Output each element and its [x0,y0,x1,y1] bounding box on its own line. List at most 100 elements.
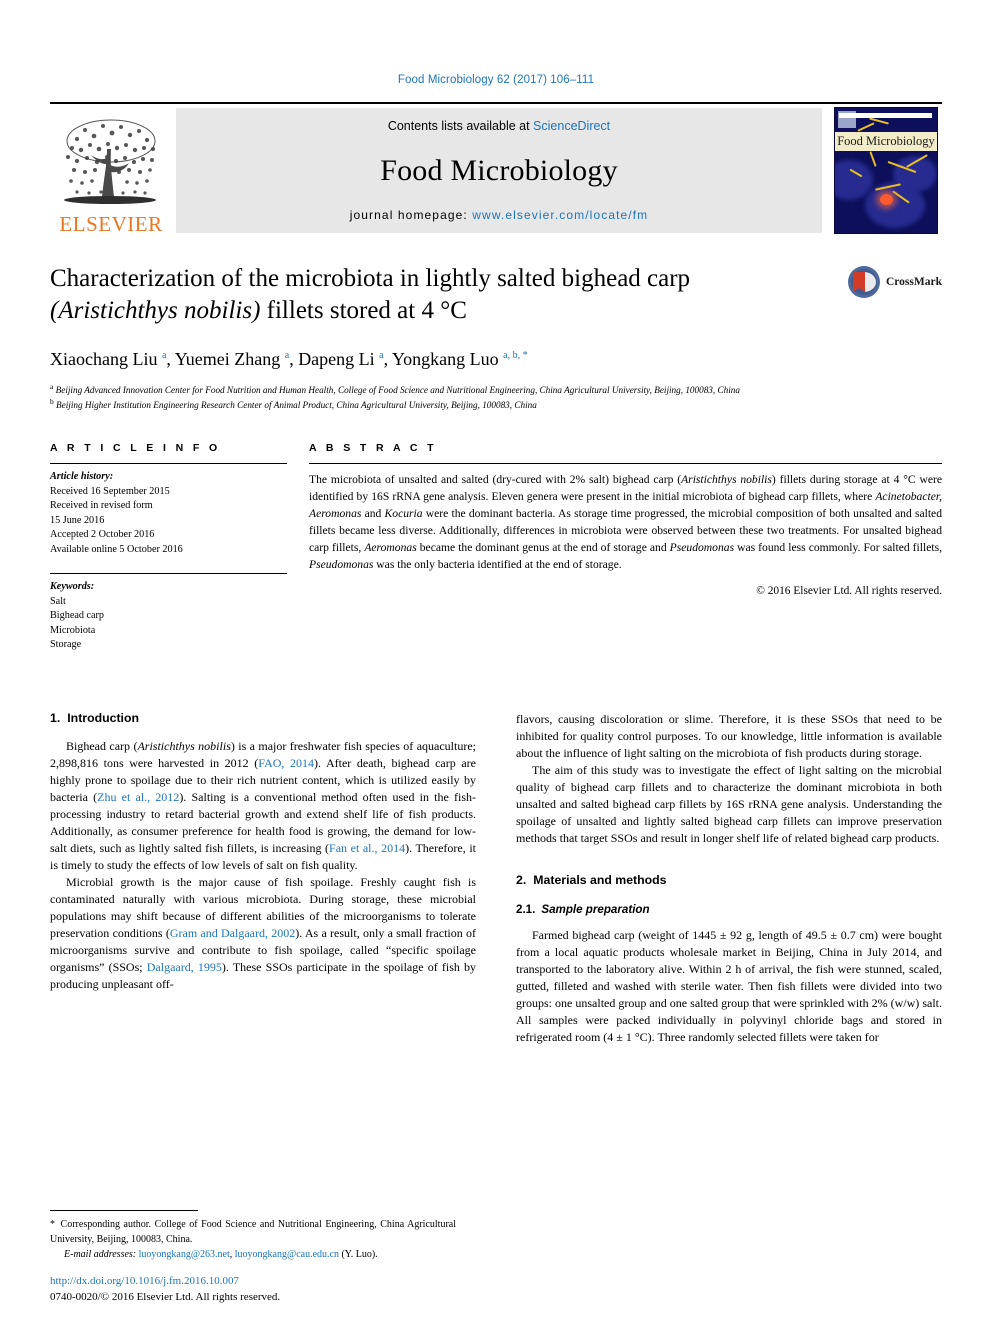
doi-link[interactable]: http://dx.doi.org/10.1016/j.fm.2016.10.0… [50,1274,500,1289]
paragraph: flavors, causing discoloration or slime.… [516,711,942,760]
affiliation-b: b Beijing Higher Institution Engineering… [50,397,812,412]
journal-title: Food Microbiology [380,153,618,187]
abstract-italic-genus: Kocuria [384,507,423,521]
elsevier-tree-icon [64,119,156,204]
abstract-seg: was found less commonly. For salted fill… [734,541,942,555]
cover-journal-title: Food Microbiology [835,132,937,151]
section-label: Introduction [67,710,139,725]
author-affil-mark: a, b, * [503,350,528,361]
crossmark-icon [847,266,880,298]
abstract-seg: became the dominant genus at the end of … [416,541,670,555]
journal-homepage-link[interactable]: www.elsevier.com/locate/fm [472,208,648,222]
article-info-column: A R T I C L E I N F O Article history: R… [50,442,309,652]
author-affil-mark: a [161,350,167,361]
homepage-prefix: journal homepage: [349,208,473,222]
citation-link[interactable]: Zhu et al., 2012 [97,790,179,804]
author-affil-mark: a [284,350,290,361]
section-heading-introduction: 1. Introduction [50,711,476,725]
citation-link[interactable]: Fan et al., 2014 [329,841,405,855]
issn-copyright: 0740-0020/© 2016 Elsevier Ltd. All right… [50,1290,281,1303]
abstract-italic-genus: Pseudomonas [669,541,735,555]
journal-masthead: ELSEVIER Contents lists available at Sci… [50,102,942,237]
para-seg: Bighead carp ( [66,738,138,753]
info-abstract-section: A R T I C L E I N F O Article history: R… [50,442,942,652]
footnote-star: * [50,1219,55,1231]
citation-link[interactable]: Dalgaard, 1995 [147,960,222,974]
body-column-left: 1. Introduction Bighead carp (Aristichthy… [50,711,476,1046]
history-item: 15 June 2016 [50,514,105,526]
article-info-heading: A R T I C L E I N F O [50,442,221,455]
elsevier-logo-block: ELSEVIER [50,104,172,237]
abstract-seg: was the only bacteria identified at the … [373,558,622,572]
abstract-seg: and [361,507,385,521]
crossmark-badge[interactable]: CrossMark [847,265,942,299]
corresponding-author-footnote: * Corresponding author. College of Food … [50,1210,456,1262]
keywords-label: Keywords: [50,581,95,593]
affiliation-a: a Beijing Advanced Innovation Center for… [50,382,812,397]
footnote-rule [50,1210,198,1212]
section-number: 2. [516,872,527,887]
cover-top-bar [839,113,932,118]
paragraph: Bighead carp (Aristichthys nobilis) is a… [50,738,476,874]
subsection-label: Sample preparation [541,902,650,916]
abstract-heading: A B S T R A C T [309,442,437,455]
email-link-1[interactable]: luoyongkang@263.net [139,1249,230,1260]
section-number: 1. [50,710,61,725]
keyword-item: Bighead carp [50,610,105,622]
sciencedirect-link[interactable]: ScienceDirect [533,119,610,133]
section-label: Materials and methods [533,872,667,887]
history-item: Accepted 2 October 2016 [50,529,155,541]
para-italic-species: Aristichthys nobilis [137,738,231,753]
keyword-item: Storage [50,639,82,651]
article-history-label: Article history: [50,471,114,483]
contents-prefix: Contents lists available at [387,119,534,133]
author-name: Xiaochang Liu [50,349,158,369]
masthead-center-panel: Contents lists available at ScienceDirec… [176,108,822,233]
journal-article-page: Food Microbiology 62 (2017) 106–111 ELSE… [0,0,992,1323]
body-columns: 1. Introduction Bighead carp (Aristichthy… [50,711,942,1046]
cover-hotspot [880,194,893,205]
crossmark-label: CrossMark [885,276,942,288]
history-item: Available online 5 October 2016 [50,543,183,555]
footnote-text: * Corresponding author. College of Food … [50,1218,456,1262]
cover-streak [869,151,877,167]
keywords-block: Keywords: Salt Bighead carp Microbiota S… [50,574,287,652]
page-footer: http://dx.doi.org/10.1016/j.fm.2016.10.0… [50,1274,500,1305]
cover-streak [857,122,875,132]
article-history-block: Article history: Received 16 September 2… [50,464,287,557]
subsection-heading-sample-preparation: 2.1. Sample preparation [516,903,942,916]
journal-cover-thumbnail: Food Microbiology [834,107,938,234]
footnote-body: Corresponding author. College of Food Sc… [50,1219,456,1245]
affiliation-mark: b [50,397,54,406]
abstract-seg: The microbiota of unsalted and salted (d… [309,473,682,487]
journal-homepage-line: journal homepage: www.elsevier.com/locat… [350,208,649,222]
body-column-right: flavors, causing discoloration or slime.… [516,711,942,1046]
footnote-emails: E-mail addresses: luoyongkang@263.net, l… [50,1248,456,1262]
history-item: Received in revised form [50,500,153,512]
email-label: E-mail addresses: [64,1248,137,1260]
affiliation-list: a Beijing Advanced Innovation Center for… [50,382,812,413]
affiliation-a-text: Beijing Advanced Innovation Center for F… [55,384,740,395]
history-item: Received 16 September 2015 [50,485,170,497]
author-name: Yuemei Zhang [174,349,281,369]
abstract-italic-genus: Aeromonas [364,541,417,555]
abstract-column: A B S T R A C T The microbiota of unsalt… [309,442,942,652]
article-title-line1: Characterization of the microbiota in li… [50,265,691,292]
citation-link[interactable]: Gram and Dalgaard, 2002 [170,926,295,940]
keyword-item: Salt [50,595,66,607]
abstract-copyright: © 2016 Elsevier Ltd. All rights reserved… [756,584,942,597]
section-heading-materials-methods: 2. Materials and methods [516,873,942,887]
author-name: Dapeng Li [298,349,375,369]
paragraph: Farmed bighead carp (weight of 1445 ± 92… [516,927,942,1045]
contents-available-line: Contents lists available at ScienceDirec… [388,119,610,133]
journal-cover-block: Food Microbiology [830,104,942,237]
paragraph: The aim of this study was to investigate… [516,762,942,845]
article-title-species: (Aristichthys nobilis) [50,297,261,324]
email-suffix: (Y. Luo). [338,1248,378,1260]
abstract-italic-species: Aristichthys nobilis [681,473,772,487]
affiliation-b-text: Beijing Higher Institution Engineering R… [56,400,537,411]
email-link-2[interactable]: luoyongkang@cau.edu.cn [235,1249,339,1260]
citation-link[interactable]: FAO, 2014 [258,756,314,770]
abstract-italic-genus: Pseudomonas [309,558,374,572]
keyword-item: Microbiota [50,624,96,636]
